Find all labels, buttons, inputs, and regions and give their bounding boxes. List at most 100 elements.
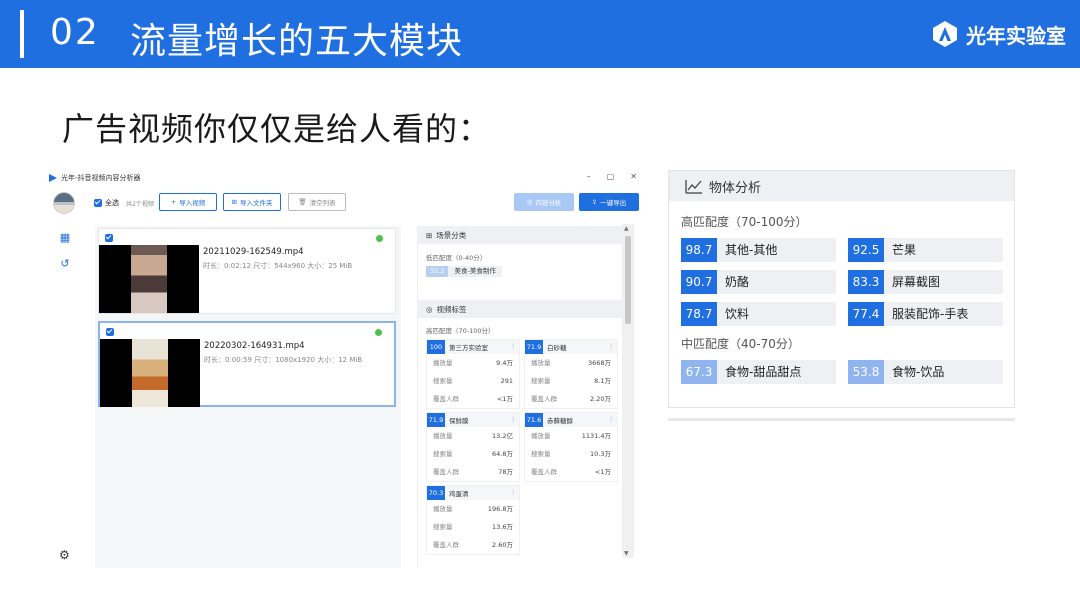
history-icon[interactable]: ↺ — [59, 258, 71, 270]
scroll-down-icon[interactable]: ▼ — [624, 550, 629, 557]
grid-icon: ⊞ — [426, 230, 433, 240]
app-window: 光年-抖音视频内容分析器 – ▢ ✕ 全选 共2个视频 + 导入视频 ⊞ 导入文… — [45, 168, 643, 568]
gear-icon[interactable]: ⚙ — [59, 548, 70, 562]
window-title: 光年-抖音视频内容分析器 — [61, 174, 141, 182]
chart-icon[interactable]: ⫶ — [610, 343, 612, 352]
video-thumbnail — [100, 339, 200, 407]
object-analysis-header: 物体分析 — [669, 171, 1014, 201]
keyword-card: 71.9 保鲜膜 ⫶ 播放量 13.2亿 搜索量 64.8万 覆盖人群 78万 — [426, 412, 520, 482]
close-button[interactable]: ✕ — [630, 172, 637, 181]
maximize-button[interactable]: ▢ — [607, 172, 615, 181]
kw-name: 第三方实验室 — [449, 344, 488, 352]
scroll-up-icon[interactable]: ▲ — [624, 225, 629, 232]
row-value: 9.4万 — [496, 359, 513, 367]
row-value: 78万 — [498, 468, 513, 476]
chart-icon[interactable]: ⫶ — [512, 489, 514, 498]
object-name: 服装配饰-手表 — [884, 302, 1003, 326]
kw-name: 保鲜膜 — [449, 417, 469, 425]
scrollbar-thumb[interactable] — [625, 236, 631, 324]
checkbox-icon[interactable] — [106, 328, 114, 336]
clear-list-button[interactable]: 🗑 清空列表 — [288, 193, 346, 211]
list-item[interactable]: 20220302-164931.mp4 时长：0:00:59 尺寸：1080x1… — [98, 321, 396, 407]
row-label: 播放量 — [433, 359, 453, 367]
row-label: 搜索量 — [531, 450, 551, 458]
checkbox-icon[interactable] — [105, 234, 113, 242]
row-value: 13.6万 — [492, 523, 513, 531]
content-analysis-button[interactable]: ◎ 内容分析 — [514, 193, 574, 211]
chart-icon[interactable]: ⫶ — [512, 343, 514, 352]
import-folder-button[interactable]: ⊞ 导入文件夹 — [223, 193, 281, 211]
list-item[interactable]: 20211029-162549.mp4 时长：0:02:12 尺寸：544x96… — [98, 228, 396, 314]
chart-icon[interactable]: ⫶ — [610, 416, 612, 425]
folder-icon: ⊞ — [231, 198, 237, 206]
dashboard-icon[interactable]: ▦ — [59, 232, 71, 244]
slide-title: 流量增长的五大模块 — [130, 21, 464, 62]
object-tag: 83.3 屏幕截图 — [848, 270, 1003, 294]
scrollbar[interactable]: ▲ ▼ — [622, 224, 634, 558]
row-label: 播放量 — [531, 432, 551, 440]
header-accent-bar — [20, 10, 24, 58]
checkbox-icon[interactable] — [94, 199, 102, 207]
object-score: 92.5 — [848, 238, 884, 262]
trend-chart-icon — [685, 180, 702, 194]
brand: 光年实验室 — [930, 14, 1066, 54]
keyword-card: 100 第三方实验室 ⫶ 播放量 9.4万 搜索量 291 覆盖人群 <1万 — [426, 339, 520, 409]
row-value: <1万 — [496, 395, 513, 403]
tags-section-header: ◎ 视频标签 — [418, 300, 624, 318]
minimize-button[interactable]: – — [587, 172, 591, 181]
object-score: 98.7 — [681, 238, 717, 262]
tag-name: 美食-美食制作 — [448, 266, 502, 277]
select-all-label: 全选 — [105, 199, 119, 207]
scene-section-header: ⊞ 场景分类 — [418, 226, 624, 244]
kw-score: 100 — [427, 340, 445, 354]
video-meta: 时长：0:02:12 尺寸：544x960 大小：25 MiB — [203, 262, 353, 270]
video-list: 20211029-162549.mp4 时长：0:02:12 尺寸：544x96… — [95, 226, 401, 568]
scene-tag: 32.2 美食-美食制作 — [426, 266, 502, 277]
object-analysis-panel: 物体分析 高匹配度（70-100分） 98.7 其他-其他 92.5 芒果 90… — [668, 170, 1015, 408]
row-value: 64.8万 — [492, 450, 513, 458]
object-score: 78.7 — [681, 302, 717, 326]
object-tag: 90.7 奶酪 — [681, 270, 836, 294]
object-score: 53.8 — [848, 360, 884, 384]
video-meta: 时长：0:00:59 尺寸：1080x1920 大小：12 MiB — [204, 356, 363, 364]
row-value: 3668万 — [587, 359, 611, 367]
window-titlebar: 光年-抖音视频内容分析器 – ▢ ✕ — [45, 168, 643, 188]
object-score: 90.7 — [681, 270, 717, 294]
keyword-card: 71.9 白砂糖 ⫶ 播放量 3668万 搜索量 8.1万 覆盖人群 2.20万 — [524, 339, 618, 409]
row-label: 搜索量 — [433, 523, 453, 531]
object-name: 芒果 — [884, 238, 1003, 262]
import-folder-label: 导入文件夹 — [239, 199, 273, 207]
thumbnail-image — [132, 339, 168, 407]
trash-icon: 🗑 — [298, 198, 307, 206]
status-ok-icon — [376, 235, 383, 242]
select-all[interactable]: 全选 共2个视频 — [94, 198, 154, 208]
row-value: 8.1万 — [594, 377, 611, 385]
section-number: 02 — [50, 12, 100, 53]
result-pane: ⊞ 场景分类 低匹配度（0-40分） 32.2 美食-美食制作 ◎ 视频标签 高… — [417, 226, 631, 568]
object-analysis-title: 物体分析 — [709, 180, 762, 196]
row-label: 搜索量 — [433, 377, 453, 385]
app-logo-icon — [49, 174, 57, 182]
object-tag: 92.5 芒果 — [848, 238, 1003, 262]
object-name: 饮料 — [717, 302, 836, 326]
kw-score: 70.3 — [427, 486, 445, 500]
kw-score: 71.9 — [427, 413, 445, 427]
row-label: 搜索量 — [531, 377, 551, 385]
row-label: 播放量 — [531, 359, 551, 367]
export-all-button[interactable]: ⇪ 一键导出 — [579, 193, 639, 211]
kw-score: 71.9 — [525, 340, 543, 354]
object-score: 83.3 — [848, 270, 884, 294]
row-label: 搜索量 — [433, 450, 453, 458]
panel-divider — [668, 418, 1015, 421]
status-ok-icon — [375, 329, 382, 336]
slide-header: 02 流量增长的五大模块 光年实验室 — [0, 0, 1080, 68]
object-name: 奶酪 — [717, 270, 836, 294]
row-label: 覆盖人群 — [531, 395, 557, 403]
object-tag: 53.8 食物-饮品 — [848, 360, 1003, 384]
keyword-card: 71.6 赤藓糖醇 ⫶ 播放量 1131.4万 搜索量 10.3万 覆盖人群 <1万 — [524, 412, 618, 482]
window-controls: – ▢ ✕ — [587, 172, 637, 181]
chart-icon[interactable]: ⫶ — [512, 416, 514, 425]
mid-match-label: 中匹配度（40-70分） — [681, 337, 800, 351]
import-video-button[interactable]: + 导入视频 — [159, 193, 217, 211]
avatar[interactable] — [53, 192, 75, 214]
